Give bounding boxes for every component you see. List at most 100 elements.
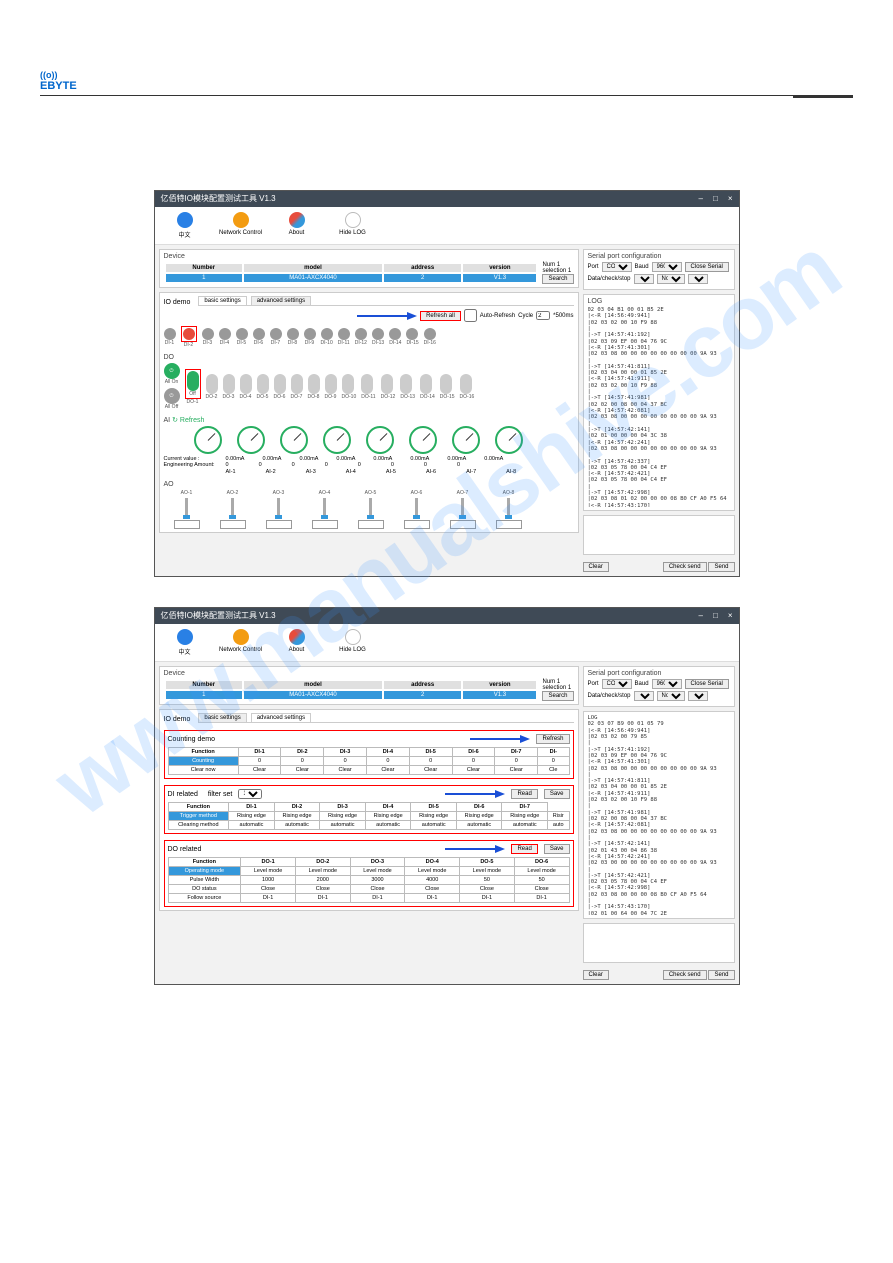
cell[interactable]: Clear: [367, 766, 410, 775]
cycle-input[interactable]: [536, 311, 550, 320]
cell[interactable]: DI-1: [241, 894, 296, 903]
cell[interactable]: Level mode: [241, 867, 296, 876]
do-toggle[interactable]: [460, 374, 472, 394]
cell[interactable]: 50: [514, 876, 569, 885]
cell[interactable]: Risir: [548, 812, 569, 821]
clear-button[interactable]: Clear: [583, 562, 609, 572]
min-button[interactable]: –: [699, 608, 703, 624]
ao-input[interactable]: [266, 520, 292, 529]
data-select[interactable]: 8: [634, 691, 654, 701]
ao-input[interactable]: [404, 520, 430, 529]
cell[interactable]: automatic: [320, 821, 366, 830]
all-on-button[interactable]: ⏻: [164, 363, 180, 379]
cell[interactable]: 0: [495, 757, 538, 766]
cell[interactable]: Clear: [281, 766, 324, 775]
hidelog-button[interactable]: Hide LOG: [329, 629, 377, 656]
ai-refresh[interactable]: ↻ Refresh: [172, 417, 204, 424]
cell[interactable]: 0: [452, 757, 495, 766]
do-toggle[interactable]: [206, 374, 218, 394]
ao-slider[interactable]: [323, 498, 326, 518]
cell[interactable]: Rising edge: [502, 812, 548, 821]
cell[interactable]: 0: [238, 757, 281, 766]
send-textarea[interactable]: [583, 515, 735, 555]
send-textarea[interactable]: [583, 923, 735, 963]
cell[interactable]: automatic: [456, 821, 502, 830]
cell[interactable]: Rising edge: [365, 812, 411, 821]
ao-slider[interactable]: [415, 498, 418, 518]
tab-basic[interactable]: basic settings: [198, 713, 246, 722]
cell[interactable]: auto: [548, 821, 569, 830]
do-toggle[interactable]: [420, 374, 432, 394]
do-toggle[interactable]: [381, 374, 393, 394]
cell[interactable]: 3000: [350, 876, 405, 885]
device-row[interactable]: 1 MA01-AXCX4040 2 V1.3: [166, 691, 537, 699]
cell[interactable]: DI-1: [295, 894, 350, 903]
search-button[interactable]: Search: [542, 691, 573, 701]
ao-input[interactable]: [220, 520, 246, 529]
ao-slider[interactable]: [185, 498, 188, 518]
do-toggle[interactable]: [361, 374, 373, 394]
cell[interactable]: Level mode: [350, 867, 405, 876]
close-button[interactable]: ×: [728, 191, 733, 207]
port-select[interactable]: COM: [602, 262, 632, 272]
check-select[interactable]: None: [657, 691, 685, 701]
cell[interactable]: 4000: [405, 876, 460, 885]
cell[interactable]: 0: [324, 757, 367, 766]
cell[interactable]: Rising edge: [320, 812, 366, 821]
counting-refresh-button[interactable]: Refresh: [536, 734, 569, 744]
tab-advanced[interactable]: advanced settings: [251, 296, 311, 305]
di-read-button[interactable]: Read: [511, 789, 537, 799]
cell[interactable]: automatic: [229, 821, 275, 830]
ao-slider[interactable]: [231, 498, 234, 518]
do-toggle[interactable]: [274, 374, 286, 394]
stop-select[interactable]: 1: [688, 691, 708, 701]
do-toggle[interactable]: [257, 374, 269, 394]
cell[interactable]: Rising edge: [411, 812, 457, 821]
cell[interactable]: 0: [538, 757, 569, 766]
close-serial-button[interactable]: Close Serial: [685, 262, 729, 272]
cell[interactable]: 0: [409, 757, 452, 766]
auto-refresh-checkbox[interactable]: [464, 309, 477, 322]
cell[interactable]: DI-1: [460, 894, 515, 903]
cell[interactable]: Level mode: [460, 867, 515, 876]
cell[interactable]: Rising edge: [229, 812, 275, 821]
baud-select[interactable]: 9600: [652, 679, 682, 689]
about-button[interactable]: About: [273, 629, 321, 656]
send-button[interactable]: Send: [708, 970, 734, 980]
cell[interactable]: Close: [241, 885, 296, 894]
lang-button[interactable]: 中文: [161, 212, 209, 239]
do-toggle[interactable]: [325, 374, 337, 394]
hidelog-button[interactable]: Hide LOG: [329, 212, 377, 239]
close-button[interactable]: ×: [728, 608, 733, 624]
cell[interactable]: automatic: [502, 821, 548, 830]
clear-button[interactable]: Clear: [583, 970, 609, 980]
do-toggle[interactable]: [342, 374, 354, 394]
cell[interactable]: Close: [514, 885, 569, 894]
cell[interactable]: Close: [295, 885, 350, 894]
cell[interactable]: DI-1: [350, 894, 405, 903]
min-button[interactable]: –: [699, 191, 703, 207]
ao-input[interactable]: [358, 520, 384, 529]
device-row[interactable]: 1 MA01-AXCX4040 2 V1.3: [166, 274, 537, 282]
cell[interactable]: Clear: [409, 766, 452, 775]
ao-input[interactable]: [174, 520, 200, 529]
port-select[interactable]: COM: [602, 679, 632, 689]
network-button[interactable]: Network Control: [217, 629, 265, 656]
do-toggle[interactable]: [291, 374, 303, 394]
do-read-button[interactable]: Read: [511, 844, 537, 854]
check-send-button[interactable]: Check send: [663, 970, 707, 980]
do-toggle[interactable]: [400, 374, 412, 394]
lang-button[interactable]: 中文: [161, 629, 209, 656]
about-button[interactable]: About: [273, 212, 321, 239]
cell[interactable]: Cle: [538, 766, 569, 775]
cell[interactable]: automatic: [411, 821, 457, 830]
ao-slider[interactable]: [277, 498, 280, 518]
check-select[interactable]: None: [657, 274, 685, 284]
cell[interactable]: 2000: [295, 876, 350, 885]
search-button[interactable]: Search: [542, 274, 573, 284]
cell[interactable]: DI-1: [514, 894, 569, 903]
ao-input[interactable]: [450, 520, 476, 529]
cell[interactable]: Clear: [495, 766, 538, 775]
all-off-button[interactable]: ⏻: [164, 388, 180, 404]
cell[interactable]: 0: [367, 757, 410, 766]
